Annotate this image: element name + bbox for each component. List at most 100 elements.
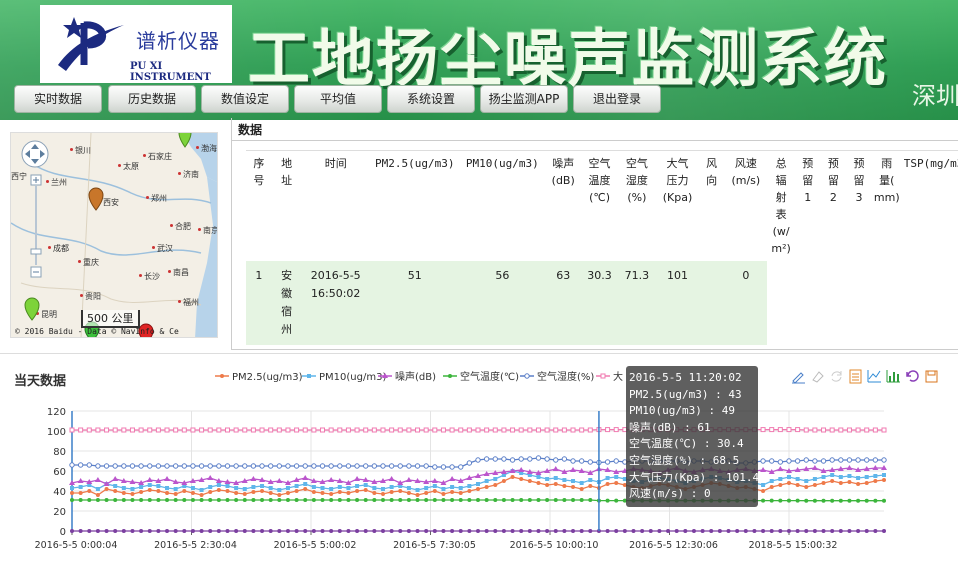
- data-point: [527, 427, 533, 433]
- data-point: [207, 427, 213, 433]
- data-point: [467, 498, 472, 502]
- legend-item[interactable]: PM10(ug/m3): [319, 372, 386, 383]
- data-point: [778, 529, 783, 533]
- data-point: [224, 427, 230, 433]
- legend-item[interactable]: 噪声(dB): [395, 370, 436, 383]
- map-marker-icon[interactable]: [24, 297, 40, 321]
- map-zoom-slider[interactable]: [30, 174, 42, 278]
- map-marker-icon[interactable]: [178, 133, 192, 148]
- legend-item[interactable]: 空气湿度(%): [537, 370, 594, 383]
- data-point: [208, 498, 213, 502]
- map-marker-icon[interactable]: [88, 187, 104, 211]
- data-point: [242, 492, 247, 496]
- data-point: [164, 476, 171, 481]
- data-point: [311, 485, 316, 489]
- nav-settings-value-button[interactable]: 数值设定: [201, 85, 289, 113]
- data-point: [104, 498, 109, 502]
- bar-chart-icon[interactable]: [885, 368, 901, 384]
- data-point: [812, 529, 817, 533]
- data-point: [544, 427, 550, 433]
- divider: [232, 140, 958, 141]
- data-point: [414, 463, 421, 469]
- data-point: [285, 486, 290, 490]
- legend-item[interactable]: PM2.5(ug/m3): [232, 372, 303, 383]
- data-point: [380, 498, 385, 502]
- data-point: [605, 482, 610, 486]
- data-point: [242, 487, 247, 491]
- data-point: [242, 498, 247, 502]
- refresh-icon[interactable]: [828, 368, 844, 384]
- data-point: [78, 498, 83, 502]
- legend-item[interactable]: 空气温度(℃): [460, 370, 519, 383]
- data-panel: 数据 序号地址时间 PM2.5(ug/m3) PM10(ug/m3) 噪声 (dB) 空气…: [231, 118, 958, 350]
- data-point: [614, 475, 619, 479]
- x-tick-label: 2016-5-5 7:30:05: [393, 540, 476, 551]
- data-point: [277, 493, 282, 497]
- data-point: [224, 463, 231, 469]
- data-point: [830, 479, 835, 483]
- data-point: [380, 492, 385, 496]
- data-point: [493, 477, 498, 481]
- data-point: [95, 493, 100, 497]
- data-point: [130, 529, 135, 533]
- data-view-icon[interactable]: [847, 368, 863, 384]
- mark-icon[interactable]: [790, 368, 806, 384]
- data-point: [294, 498, 299, 502]
- line-chart-icon[interactable]: [866, 368, 882, 384]
- data-point: [795, 483, 800, 487]
- data-point: [440, 427, 446, 433]
- data-point: [561, 456, 568, 462]
- nav-history-button[interactable]: 历史数据: [108, 85, 196, 113]
- data-point: [260, 498, 265, 502]
- save-image-icon[interactable]: [923, 368, 939, 384]
- data-point: [303, 529, 308, 533]
- nav-system-settings-button[interactable]: 系统设置: [387, 85, 475, 113]
- data-point: [666, 529, 671, 533]
- data-point: [242, 463, 248, 469]
- data-point: [587, 427, 593, 433]
- nav-logout-button[interactable]: 退出登录: [573, 85, 661, 113]
- nav-app-button[interactable]: 扬尘监测APP: [480, 85, 568, 113]
- data-point: [605, 476, 610, 480]
- location-map[interactable]: 银川 太原 石家庄 济南 兰州 西安 郑州 合肥 南京 成都 武汉 重庆 长沙 …: [10, 132, 218, 338]
- nav-average-button[interactable]: 平均值: [294, 85, 382, 113]
- data-point: [821, 427, 827, 433]
- data-point: [389, 529, 394, 533]
- data-point: [328, 463, 334, 469]
- data-point: [578, 458, 585, 464]
- x-tick-label: 2016-5-5 0:00:04: [35, 540, 118, 551]
- nav-realtime-button[interactable]: 实时数据: [14, 85, 102, 113]
- erase-icon[interactable]: [809, 368, 825, 384]
- data-point: [363, 463, 369, 469]
- data-point: [484, 498, 489, 502]
- column-header: 预留1: [794, 150, 821, 261]
- data-point: [803, 457, 809, 463]
- table-row[interactable]: 1 安徽宿州 2016-5-5 16:50:02 51 56 63 30.3 71.3 101 0: [246, 261, 958, 345]
- data-point: [165, 486, 170, 490]
- data-point: [881, 427, 887, 433]
- data-point: [423, 463, 429, 469]
- data-point: [182, 529, 187, 533]
- data-point: [510, 498, 515, 502]
- legend-item[interactable]: 大: [613, 370, 623, 383]
- data-point: [501, 427, 507, 433]
- data-panel-title: 数据: [238, 123, 263, 137]
- data-point: [458, 529, 463, 533]
- map-overlay: [21, 133, 192, 337]
- data-point: [536, 529, 541, 533]
- data-table: 序号地址时间 PM2.5(ug/m3) PM10(ug/m3) 噪声 (dB) 空气 温度(…: [246, 150, 958, 345]
- data-point: [70, 486, 74, 490]
- tooltip-line: PM10(ug/m3) : 49: [629, 404, 735, 418]
- data-point: [882, 498, 886, 503]
- data-point: [165, 498, 170, 502]
- table-cell: [901, 261, 958, 345]
- data-point: [77, 478, 84, 483]
- data-point: [311, 529, 316, 533]
- map-pan-control[interactable]: [21, 140, 49, 168]
- data-point: [234, 486, 239, 490]
- column-header: 预留3: [846, 150, 872, 261]
- data-point: [199, 427, 205, 433]
- restore-icon[interactable]: [904, 368, 920, 384]
- daily-line-chart[interactable]: 0 20 40 60 80 100 120 2016-5-5 0:00:04 2016-5-5 …: [0, 360, 958, 566]
- data-point: [156, 498, 161, 502]
